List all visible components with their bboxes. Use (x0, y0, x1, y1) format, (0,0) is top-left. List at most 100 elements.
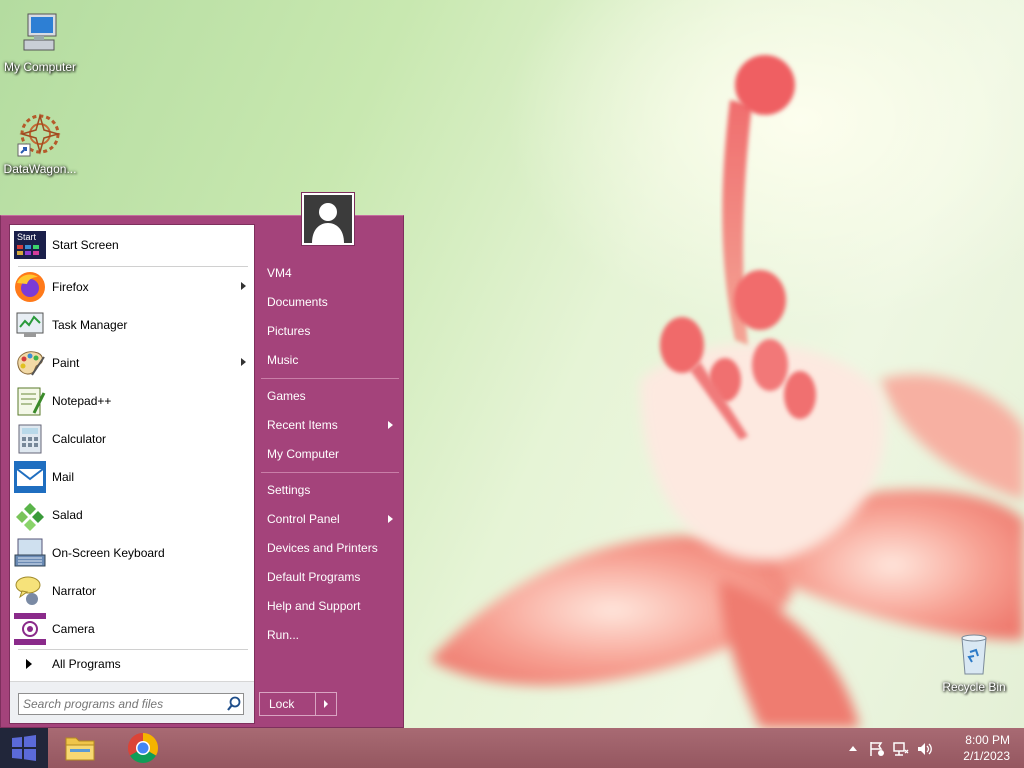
submenu-arrow-icon (241, 282, 246, 290)
separator (261, 472, 399, 473)
place-label: My Computer (267, 447, 340, 461)
firefox-icon (14, 271, 46, 303)
chrome-icon (127, 733, 159, 764)
place-label: Documents (267, 295, 328, 309)
windows-logo-icon (12, 735, 36, 761)
program-firefox[interactable]: Firefox (14, 269, 250, 305)
notepadpp-icon (14, 385, 46, 417)
clock-date: 2/1/2023 (963, 749, 1010, 763)
submenu-arrow-icon (241, 358, 246, 366)
recycle-bin-icon (950, 630, 998, 678)
place-label: Devices and Printers (267, 541, 378, 555)
program-narrator[interactable]: Narrator (14, 573, 250, 609)
place-music[interactable]: Music (259, 347, 399, 373)
place-label: Recent Items (267, 418, 338, 432)
place-vm4[interactable]: VM4 (259, 260, 399, 286)
taskbar-clock[interactable]: 8:00 PM 2/1/2023 (950, 732, 1010, 764)
triangle-right-icon (26, 659, 32, 669)
taskbar-chrome[interactable] (121, 730, 165, 766)
program-label: Paint (52, 356, 80, 370)
program-salad[interactable]: Salad (14, 497, 250, 533)
desktop-icon-label: Recycle Bin (942, 680, 1006, 694)
program-label: Salad (52, 508, 83, 522)
taskbar: 8:00 PM 2/1/2023 (0, 728, 1024, 768)
place-help-and-support[interactable]: Help and Support (259, 593, 399, 619)
desktop-icon-my-computer[interactable]: My Computer (0, 10, 80, 74)
all-programs-button[interactable]: All Programs (14, 653, 250, 675)
program-on-screen-keyboard[interactable]: On-Screen Keyboard (14, 535, 250, 571)
user-avatar-icon (304, 195, 352, 243)
desktop-icon-recycle-bin[interactable]: Recycle Bin (934, 630, 1014, 694)
desktop-icon-label: My Computer (3, 60, 77, 74)
volume-icon[interactable] (916, 740, 934, 758)
start-button[interactable] (0, 728, 48, 768)
program-calculator[interactable]: Calculator (14, 421, 250, 457)
program-label: Mail (52, 470, 75, 484)
start-menu: Start Start Screen Firefox Task Manager … (0, 215, 404, 728)
program-mail[interactable]: Mail (14, 459, 250, 495)
place-documents[interactable]: Documents (259, 289, 399, 315)
place-settings[interactable]: Settings (259, 477, 399, 503)
program-label: Firefox (52, 280, 89, 294)
all-programs-label: All Programs (52, 657, 121, 671)
place-default-programs[interactable]: Default Programs (259, 564, 399, 590)
place-pictures[interactable]: Pictures (259, 318, 399, 344)
mail-icon (14, 461, 46, 493)
lock-button-group: Lock (259, 692, 337, 716)
camera-icon (14, 613, 46, 645)
separator (261, 378, 399, 379)
place-label: Default Programs (267, 570, 361, 584)
place-label: Control Panel (267, 512, 340, 526)
place-my-computer[interactable]: My Computer (259, 441, 399, 467)
start-screen-icon: Start (14, 229, 46, 261)
program-label: Narrator (52, 584, 97, 598)
program-paint[interactable]: Paint (14, 345, 250, 381)
place-control-panel[interactable]: Control Panel (259, 506, 399, 532)
place-devices-and-printers[interactable]: Devices and Printers (259, 535, 399, 561)
program-label: Start Screen (52, 238, 119, 252)
user-picture[interactable] (301, 192, 355, 246)
separator (18, 266, 248, 267)
place-label: VM4 (267, 266, 292, 280)
network-icon[interactable] (892, 740, 910, 758)
program-start-screen[interactable]: Start Start Screen (14, 227, 250, 263)
program-label: Camera (52, 622, 95, 636)
desktop-icon-datawagon[interactable]: DataWagon... (0, 112, 80, 176)
start-menu-programs-pane: Start Start Screen Firefox Task Manager … (9, 224, 255, 724)
search-input[interactable] (19, 694, 225, 714)
program-label: Notepad++ (52, 394, 112, 408)
salad-icon (14, 499, 46, 531)
action-center-flag-icon[interactable] (868, 740, 886, 758)
place-label: Games (267, 389, 306, 403)
start-menu-places-pane: VM4 Documents Pictures Music Games Recen… (259, 216, 405, 729)
desktop-icon-label: DataWagon... (3, 162, 77, 176)
folder-icon (65, 737, 95, 761)
place-run[interactable]: Run... (259, 622, 399, 648)
narrator-icon (14, 575, 46, 607)
computer-icon (16, 10, 64, 58)
calculator-icon (14, 423, 46, 455)
place-label: Music (267, 353, 299, 367)
taskbar-file-explorer[interactable] (58, 730, 102, 766)
place-games[interactable]: Games (259, 383, 399, 409)
place-label: Run... (267, 628, 300, 642)
system-tray: 8:00 PM 2/1/2023 (824, 728, 1024, 768)
submenu-arrow-icon (388, 515, 393, 523)
place-label: Pictures (267, 324, 311, 338)
place-recent-items[interactable]: Recent Items (259, 412, 399, 438)
search-row (10, 681, 254, 723)
separator (18, 649, 248, 650)
program-label: Task Manager (52, 318, 128, 332)
search-box[interactable] (18, 693, 244, 715)
place-label: Help and Support (267, 599, 361, 613)
program-camera[interactable]: Camera (14, 611, 250, 647)
lock-button[interactable]: Lock (260, 693, 316, 715)
submenu-arrow-icon (388, 421, 393, 429)
lock-options-arrow-icon[interactable] (316, 693, 336, 715)
show-hidden-icons-icon[interactable] (848, 744, 858, 752)
clock-time: 8:00 PM (965, 733, 1010, 747)
program-task-manager[interactable]: Task Manager (14, 307, 250, 343)
search-icon[interactable] (225, 694, 243, 714)
svg-text:Start: Start (17, 232, 37, 242)
program-notepadpp[interactable]: Notepad++ (14, 383, 250, 419)
